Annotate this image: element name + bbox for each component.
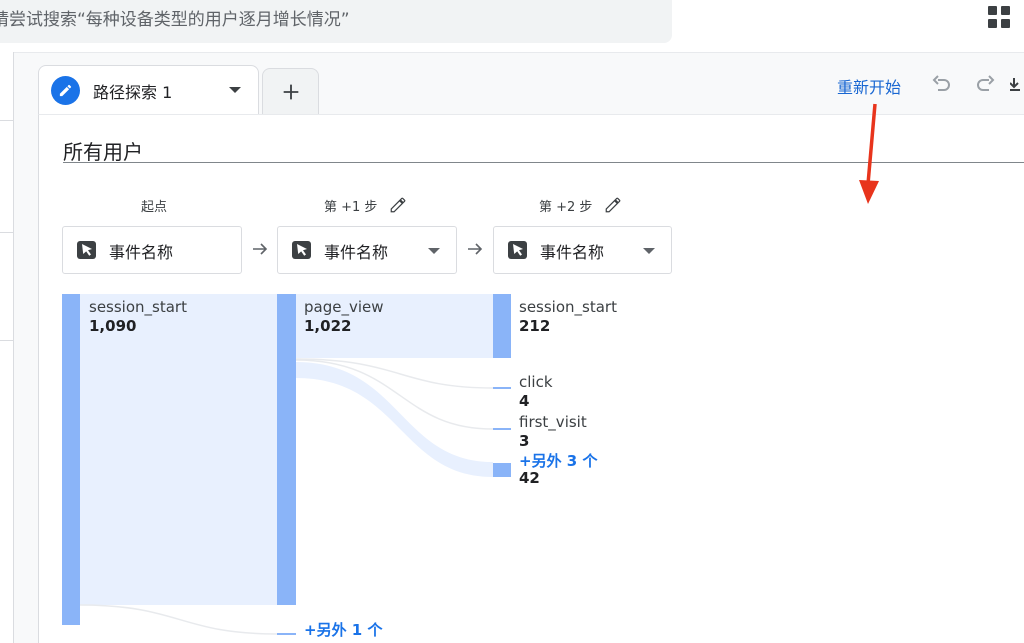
start-node-selector[interactable]: 事件名称 bbox=[62, 226, 242, 274]
edit-step2-pencil-icon[interactable] bbox=[604, 196, 622, 214]
event-count-step2-more: 42 bbox=[519, 469, 540, 487]
search-placeholder[interactable]: 请尝试搜索“每种设备类型的用户逐月增长情况” bbox=[0, 5, 350, 30]
event-name-page-view[interactable]: page_view bbox=[304, 298, 384, 316]
top-bar: 请尝试搜索“每种设备类型的用户逐月增长情况” bbox=[0, 0, 1024, 52]
tab-label[interactable]: 路径探索 1 bbox=[93, 79, 172, 103]
restart-button[interactable]: 重新开始 bbox=[837, 74, 901, 98]
step2-more-link[interactable]: +另外 3 个 bbox=[519, 450, 597, 471]
cursor-icon bbox=[508, 241, 527, 259]
step1-node-selector[interactable]: 事件名称 bbox=[277, 226, 457, 274]
left-panel-edge bbox=[0, 52, 14, 643]
search-bar[interactable]: 请尝试搜索“每种设备类型的用户逐月增长情况” bbox=[0, 0, 672, 43]
dropdown-caret-icon[interactable] bbox=[428, 248, 440, 254]
event-count-click: 4 bbox=[519, 392, 530, 410]
event-name-first-visit[interactable]: first_visit bbox=[519, 413, 587, 431]
tab-dropdown-caret-icon[interactable] bbox=[229, 87, 241, 93]
arrow-right-icon bbox=[253, 243, 268, 255]
undo-icon[interactable] bbox=[930, 72, 954, 96]
column-heading-step1: 第 +1 步 bbox=[324, 200, 378, 215]
event-count-step2-session-start: 212 bbox=[519, 317, 551, 335]
step1-more-link[interactable]: +另外 1 个 bbox=[304, 619, 382, 640]
event-count-start: 1,090 bbox=[89, 317, 137, 335]
add-tab-button[interactable] bbox=[262, 68, 319, 115]
add-icon bbox=[283, 84, 298, 100]
column-heading-step2: 第 +2 步 bbox=[539, 200, 593, 215]
step2-node-selector[interactable]: 事件名称 bbox=[493, 226, 672, 274]
event-count-first-visit: 3 bbox=[519, 432, 530, 450]
apps-grid-icon[interactable] bbox=[988, 6, 1010, 28]
redo-icon[interactable] bbox=[973, 72, 997, 96]
node-label: 事件名称 bbox=[324, 243, 389, 262]
cursor-icon bbox=[292, 241, 311, 259]
pencil-icon[interactable] bbox=[51, 76, 80, 105]
event-name-step2-session-start[interactable]: session_start bbox=[519, 298, 617, 316]
cursor-icon bbox=[77, 241, 96, 259]
download-icon[interactable] bbox=[1010, 72, 1024, 96]
tab-path-exploration[interactable]: 路径探索 1 bbox=[38, 65, 259, 115]
edit-step1-pencil-icon[interactable] bbox=[389, 196, 407, 214]
event-name-start[interactable]: session_start bbox=[89, 298, 187, 316]
segment-divider bbox=[63, 162, 1024, 163]
node-label: 事件名称 bbox=[109, 243, 174, 262]
node-label: 事件名称 bbox=[540, 243, 605, 262]
column-heading-start: 起点 bbox=[141, 200, 168, 215]
event-name-click[interactable]: click bbox=[519, 373, 553, 391]
segment-label[interactable]: 所有用户 bbox=[63, 136, 143, 165]
arrow-right-icon bbox=[468, 243, 483, 255]
event-count-page-view: 1,022 bbox=[304, 317, 352, 335]
dropdown-caret-icon[interactable] bbox=[643, 248, 655, 254]
